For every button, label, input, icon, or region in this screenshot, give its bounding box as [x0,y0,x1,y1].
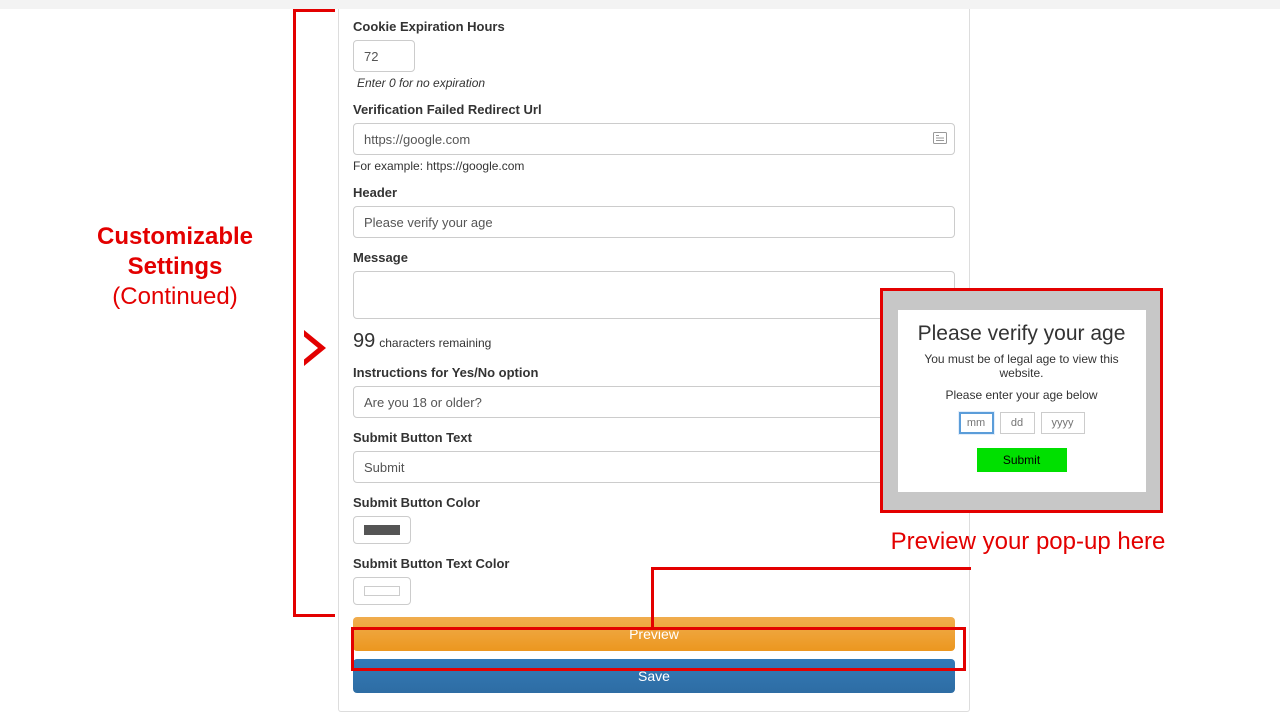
popup-instruction: Please enter your age below [908,388,1136,402]
year-input[interactable] [1041,412,1085,434]
submit-color-swatch [364,525,400,535]
characters-remaining-suffix: characters remaining [379,336,491,350]
instructions-group: Instructions for Yes/No option [353,365,955,418]
submit-text-label: Submit Button Text [353,430,955,445]
cookie-expiration-hint: Enter 0 for no expiration [353,76,955,90]
redirect-url-hint: For example: https://google.com [353,159,955,173]
date-input-row [908,412,1136,434]
month-input[interactable] [959,412,994,434]
cookie-expiration-input[interactable] [353,40,415,72]
cookie-expiration-label: Cookie Expiration Hours [353,19,955,34]
contacts-icon [933,131,947,147]
submit-text-color-swatch [364,586,400,596]
annotation-left-title: Customizable Settings [60,222,290,282]
submit-text-group: Submit Button Text [353,430,955,483]
day-input[interactable] [1000,412,1035,434]
instructions-label: Instructions for Yes/No option [353,365,955,380]
submit-color-picker[interactable] [353,516,411,544]
annotation-bracket [293,9,335,617]
popup-preview-frame: Please verify your age You must be of le… [880,288,1163,513]
message-group: Message 99 characters remaining [353,250,955,353]
top-bar [0,0,1280,9]
redirect-url-label: Verification Failed Redirect Url [353,102,955,117]
cookie-expiration-group: Cookie Expiration Hours Enter 0 for no e… [353,19,955,90]
header-group: Header [353,185,955,238]
submit-text-input[interactable] [353,451,955,483]
annotation-preview-line [651,567,971,629]
popup-submit-button[interactable]: Submit [977,448,1067,472]
popup-preview: Please verify your age You must be of le… [898,310,1146,492]
redirect-url-input[interactable] [353,123,955,155]
redirect-url-group: Verification Failed Redirect Url For exa… [353,102,955,173]
instructions-input[interactable] [353,386,955,418]
popup-message: You must be of legal age to view this we… [908,352,1136,380]
annotation-left-label: Customizable Settings (Continued) [60,222,290,312]
annotation-preview-highlight [351,627,966,671]
header-label: Header [353,185,955,200]
message-label: Message [353,250,955,265]
message-textarea[interactable] [353,271,955,319]
characters-remaining: 99 characters remaining [353,330,955,353]
submit-color-label: Submit Button Color [353,495,955,510]
annotation-pointer [304,330,326,366]
annotation-left-subtitle: (Continued) [60,282,290,312]
header-input[interactable] [353,206,955,238]
characters-remaining-count: 99 [353,330,375,352]
annotation-preview-label: Preview your pop-up here [868,528,1188,556]
popup-title: Please verify your age [908,322,1136,346]
submit-text-color-picker[interactable] [353,577,411,605]
submit-color-group: Submit Button Color [353,495,955,544]
